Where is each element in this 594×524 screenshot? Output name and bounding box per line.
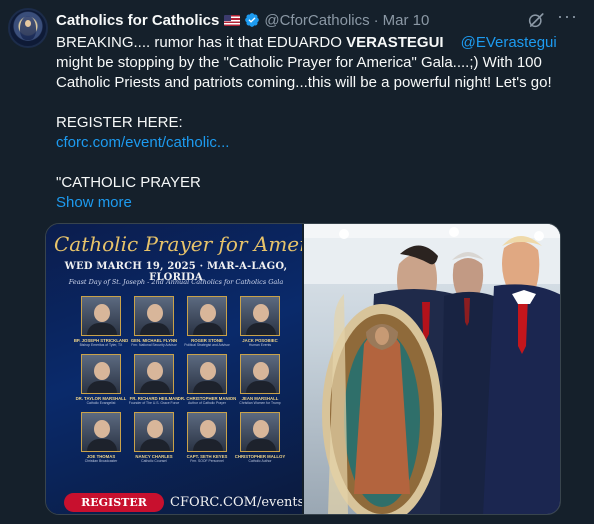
tweet[interactable]: Catholics for Catholics @CforCatholics ·… — [0, 0, 594, 524]
speaker-card: CAPT. SETH KEYES Fmr. SOOF Personnel — [186, 412, 228, 463]
more-icon[interactable]: ··· — [557, 7, 577, 29]
speaker-photo — [187, 296, 227, 336]
event-photo-image[interactable] — [302, 224, 560, 514]
speaker-role: Fmr. National Security Advisor — [131, 343, 177, 347]
speaker-card: DR. CHRISTOPHER MANION Author of Catholic… — [178, 354, 236, 405]
speaker-card: DR. TAYLOR MARSHALL Catholic Evangelist — [76, 354, 126, 405]
text-line: BREAKING.... rumor has it that EDUARDO V… — [56, 33, 580, 53]
register-link[interactable]: cforc.com/event/catholic... — [56, 133, 580, 153]
speaker-photo — [134, 412, 174, 452]
timestamp[interactable]: Mar 10 — [383, 12, 430, 29]
speaker-photo — [134, 296, 174, 336]
speaker-card: JOE THOMAS Christian Broadcaster — [80, 412, 122, 463]
bold-text: VERASTEGUI — [346, 34, 444, 51]
poster-register-button: REGISTER NOW — [64, 493, 164, 512]
tweet-header: Catholics for Catholics @CforCatholics ·… — [56, 10, 429, 30]
event-poster-image[interactable]: Catholic Prayer for America WED MARCH 19… — [46, 224, 339, 514]
text-line: might be stopping by the "Catholic Praye… — [56, 54, 542, 71]
speaker-role: Catholic Author — [248, 459, 272, 463]
speaker-role: Author of Catholic Prayer — [188, 401, 226, 405]
speaker-role: Political Strategist and Advisor — [184, 343, 230, 347]
tweet-text: BREAKING.... rumor has it that EDUARDO V… — [56, 33, 580, 213]
speaker-role: Christian Broadcaster — [84, 459, 118, 463]
text-segment: BREAKING.... rumor has it that EDUARDO — [56, 34, 347, 51]
text-line: "CATHOLIC PRAYER — [56, 174, 201, 191]
poster-subtitle: Feast Day of St. Joseph - 2nd Annual Cat… — [68, 278, 284, 286]
speaker-card: GEN. MICHAEL FLYNN Fmr. National Security… — [131, 296, 177, 347]
speaker-card: FR. RICHARD HEILMAN Founder of The U.S. G… — [129, 354, 179, 405]
speaker-card: CHRISTOPHER MALLOY Catholic Author — [235, 412, 285, 463]
photo-illustration — [304, 224, 560, 514]
speaker-card: JEAN MARSHALL Christian Women for Trump — [239, 354, 281, 405]
speaker-grid: BP. JOSEPH STRICKLAND Bishop Emeritus of … — [74, 296, 285, 463]
handle[interactable]: @CforCatholics — [264, 12, 369, 29]
speaker-role: Fmr. SOOF Personnel — [190, 459, 224, 463]
speaker-role: Christian Women for Trump — [239, 401, 281, 405]
speaker-photo — [240, 296, 280, 336]
speaker-role: Catholic Evangelist — [86, 401, 116, 405]
speaker-photo — [134, 354, 174, 394]
us-flag-icon — [224, 14, 241, 26]
speaker-photo — [240, 412, 280, 452]
speaker-photo — [240, 354, 280, 394]
mention-link[interactable]: @EVerastegui — [461, 34, 557, 51]
speaker-role: Bishop Emeritus of Tyler, TX — [79, 343, 123, 347]
speaker-card: JACK POSOBIEC Human Events — [239, 296, 281, 347]
speaker-card: BP. JOSEPH STRICKLAND Bishop Emeritus of … — [74, 296, 128, 347]
speaker-photo — [187, 412, 227, 452]
text-line: REGISTER HERE: — [56, 114, 183, 131]
display-name[interactable]: Catholics for Catholics — [56, 12, 219, 29]
speaker-role: Founder of The U.S. Grace Force — [128, 401, 180, 405]
text-line: Catholic Priests and patriots coming...t… — [56, 74, 552, 91]
speaker-photo — [187, 354, 227, 394]
speaker-role: Human Events — [248, 343, 272, 347]
verified-badge-icon[interactable] — [244, 12, 260, 28]
separator: · — [373, 11, 379, 29]
poster-register-url: CFORC.COM/events — [170, 495, 305, 510]
poster-title: Catholic Prayer for America — [54, 232, 339, 256]
speaker-card: NANCY CHARLES Catholic Counsel — [133, 412, 175, 463]
speaker-photo — [81, 354, 121, 394]
show-more-link[interactable]: Show more — [56, 193, 580, 213]
speaker-card: ROGER STONE Political Strategist and Advi… — [184, 296, 230, 347]
grok-icon[interactable] — [527, 11, 545, 29]
speaker-photo — [81, 296, 121, 336]
media-grid[interactable]: Catholic Prayer for America WED MARCH 19… — [45, 223, 561, 515]
speaker-photo — [81, 412, 121, 452]
speaker-role: Catholic Counsel — [141, 459, 167, 463]
avatar[interactable] — [8, 8, 48, 48]
